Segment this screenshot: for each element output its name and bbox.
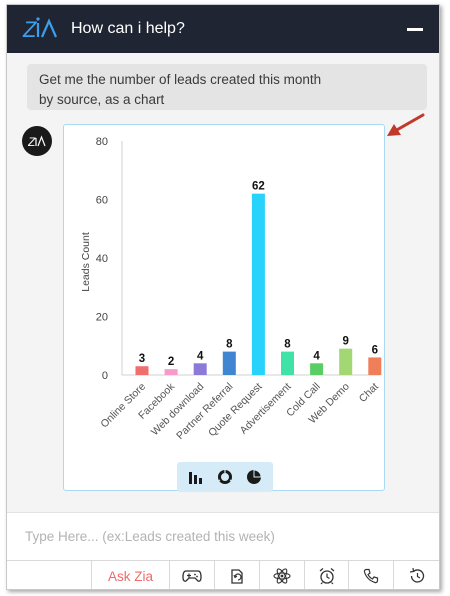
bar <box>164 369 178 375</box>
bar <box>135 366 149 375</box>
document-rotate-icon[interactable] <box>215 561 260 589</box>
history-icon[interactable] <box>394 561 439 589</box>
pie-chart-icon[interactable] <box>243 466 265 488</box>
y-tick-label: 60 <box>96 195 108 207</box>
toolbar-spacer <box>7 561 92 589</box>
bar-chart: 020406080Leads Count3Online Store2Facebo… <box>80 136 382 442</box>
zia-chat-window: Z How can i help? Get me the number of l… <box>6 4 440 590</box>
y-axis-label: Leads Count <box>80 232 92 292</box>
bar <box>339 348 353 375</box>
gamepad-icon[interactable] <box>170 561 216 589</box>
bar-value-label: 9 <box>342 336 348 348</box>
y-tick-label: 80 <box>96 136 108 148</box>
minimize-icon[interactable] <box>407 28 423 31</box>
user-message-line-1: Get me the number of leads created this … <box>39 72 322 87</box>
y-tick-label: 20 <box>96 312 108 324</box>
x-category-label: Online Store <box>98 381 148 431</box>
alarm-clock-icon[interactable] <box>305 561 350 589</box>
y-tick-label: 0 <box>102 370 108 382</box>
bar-value-label: 62 <box>252 181 265 193</box>
chat-input[interactable] <box>7 513 439 560</box>
bar-value-label: 3 <box>139 353 145 365</box>
user-message-bubble: Get me the number of leads created this … <box>27 64 427 110</box>
bar-value-label: 8 <box>226 339 233 351</box>
chat-header: Z How can i help? <box>7 5 439 53</box>
bar <box>251 193 265 375</box>
annotation-arrow <box>387 113 425 136</box>
bar-value-label: 8 <box>284 339 291 351</box>
atom-icon[interactable] <box>260 561 305 589</box>
bar-chart-icon[interactable] <box>185 466 207 488</box>
bar-value-label: 4 <box>197 350 204 362</box>
svg-text:Z: Z <box>28 135 36 148</box>
chat-title: How can i help? <box>71 20 185 37</box>
donut-chart-icon[interactable] <box>214 466 236 488</box>
bar <box>310 363 324 375</box>
svg-text:Z: Z <box>22 17 38 42</box>
bar <box>193 363 207 375</box>
bar-value-label: 6 <box>372 344 378 356</box>
x-category-label: Chat <box>357 381 381 405</box>
ask-zia-button[interactable]: Ask Zia <box>92 561 171 589</box>
bar <box>281 351 294 375</box>
bar-value-label: 4 <box>313 350 320 362</box>
chart-type-switcher <box>177 462 273 492</box>
phone-icon[interactable] <box>349 561 395 589</box>
zia-avatar-icon: Z <box>22 126 52 156</box>
user-message-line-2: by source, as a chart <box>39 92 165 107</box>
bar <box>222 351 236 375</box>
bar-value-label: 2 <box>168 356 174 368</box>
chart-card: 0 20 40 60 80 Leads Count 3 Online Store 2 Facebo… <box>63 124 385 492</box>
y-tick-label: 40 <box>96 253 108 265</box>
zia-logo-icon: Z <box>21 15 61 43</box>
bar <box>368 357 382 375</box>
chat-input-area <box>7 512 439 560</box>
bottom-toolbar: Ask Zia <box>7 560 439 589</box>
